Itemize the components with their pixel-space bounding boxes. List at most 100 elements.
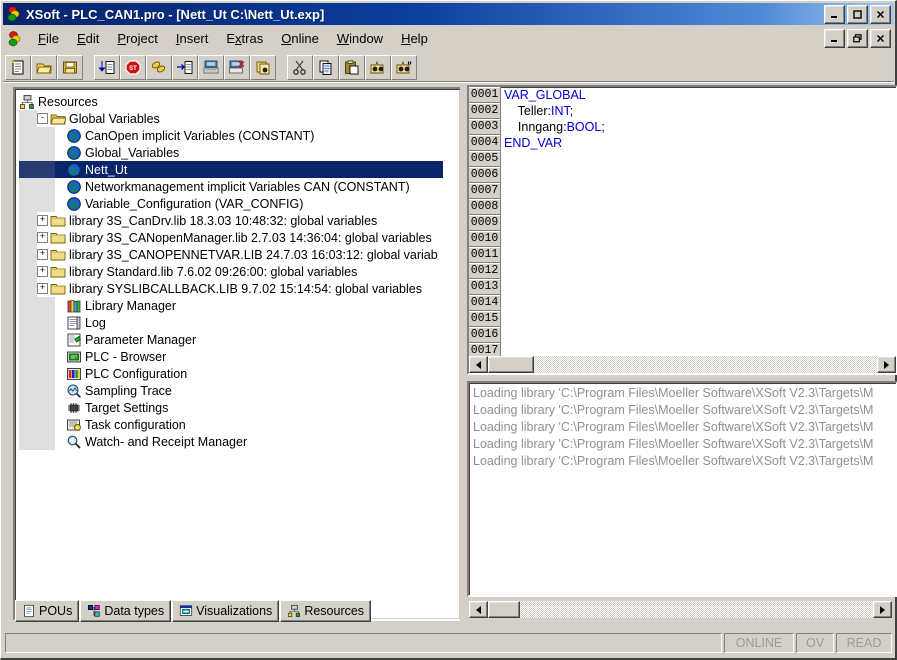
code-text[interactable] xyxy=(501,295,504,311)
code-line[interactable]: 0003 Inngang:BOOL; xyxy=(469,119,896,135)
expand-toggle[interactable]: + xyxy=(37,215,48,226)
code-line[interactable]: 0015 xyxy=(469,311,896,327)
code-line[interactable]: 0004 END_VAR xyxy=(469,135,896,151)
code-text[interactable] xyxy=(501,263,504,279)
tree-item[interactable]: Global_Variables xyxy=(19,144,460,161)
mdi-close-button[interactable] xyxy=(870,29,891,48)
code-text[interactable] xyxy=(501,199,504,215)
tree-item[interactable]: Sampling Trace xyxy=(19,382,460,399)
message-output-panel[interactable]: Loading library 'C:\Program Files\Moelle… xyxy=(467,381,897,597)
editor-horizontal-scrollbar[interactable] xyxy=(469,356,896,373)
code-text[interactable] xyxy=(501,215,504,231)
code-line[interactable]: 0011 xyxy=(469,247,896,263)
tree-item[interactable]: Variable_Configuration (VAR_CONFIG) xyxy=(19,195,460,212)
close-button[interactable] xyxy=(870,5,891,24)
message-horizontal-scrollbar[interactable] xyxy=(469,601,892,618)
msg-scroll-right-button[interactable] xyxy=(873,601,892,618)
msg-scroll-thumb[interactable] xyxy=(488,601,520,618)
code-line[interactable]: 0009 xyxy=(469,215,896,231)
code-text[interactable] xyxy=(501,231,504,247)
tab-visualizations[interactable]: Visualizations xyxy=(172,600,280,622)
find-icon[interactable] xyxy=(365,54,391,80)
tree-item[interactable]: Task configuration xyxy=(19,416,460,433)
code-line[interactable]: 0010 xyxy=(469,231,896,247)
maximize-button[interactable] xyxy=(847,5,868,24)
tree-item[interactable]: + library 3S_CANOPENNETVAR.LIB 24.7.03 16… xyxy=(19,246,460,263)
expand-toggle[interactable]: + xyxy=(37,266,48,277)
tree-item[interactable]: Parameter Manager xyxy=(19,331,460,348)
tab-resources[interactable]: Resources xyxy=(280,600,372,622)
code-text[interactable] xyxy=(501,151,504,167)
vertical-splitter[interactable] xyxy=(460,85,464,621)
tree-item[interactable]: - Global Variables xyxy=(19,110,460,127)
code-line[interactable]: 0016 xyxy=(469,327,896,343)
tree-item[interactable]: Watch- and Receipt Manager xyxy=(19,433,460,450)
msg-scroll-track[interactable] xyxy=(520,601,873,618)
object-tree-panel[interactable]: Resources - Global Variables CanOpen implic… xyxy=(13,87,462,621)
tree-item[interactable]: + library 3S_CANopenManager.lib 2.7.03 14… xyxy=(19,229,460,246)
stop-icon[interactable]: ST xyxy=(120,54,146,80)
code-text[interactable] xyxy=(501,279,504,295)
save-disk-icon[interactable] xyxy=(57,54,83,80)
msg-scroll-left-button[interactable] xyxy=(469,601,488,618)
tree-item[interactable]: Resources xyxy=(19,93,460,110)
cut-icon[interactable] xyxy=(287,54,313,80)
open-folder-icon[interactable] xyxy=(31,54,57,80)
logout-icon[interactable] xyxy=(172,54,198,80)
tree-item[interactable]: Log xyxy=(19,314,460,331)
code-text[interactable]: VAR_GLOBAL xyxy=(501,87,586,103)
code-text[interactable] xyxy=(501,343,504,356)
expand-toggle[interactable]: + xyxy=(37,232,48,243)
code-text[interactable] xyxy=(501,167,504,183)
reset-icon[interactable] xyxy=(224,54,250,80)
debug-icon[interactable] xyxy=(146,54,172,80)
code-line[interactable]: 0017 xyxy=(469,343,896,356)
menu-item-insert[interactable]: Insert xyxy=(167,29,218,48)
tree-item[interactable]: PLC Configuration xyxy=(19,365,460,382)
menu-item-extras[interactable]: Extras xyxy=(217,29,272,48)
scroll-right-button[interactable] xyxy=(877,356,896,373)
menu-item-window[interactable]: Window xyxy=(328,29,392,48)
declaration-editor-panel[interactable]: 0001 VAR_GLOBAL 0002 Teller:INT; 0003 Innga… xyxy=(467,85,897,375)
collapse-toggle[interactable]: - xyxy=(37,113,48,124)
breakpoint-icon[interactable] xyxy=(250,54,276,80)
find-next-icon[interactable] xyxy=(391,54,417,80)
code-text[interactable] xyxy=(501,247,504,263)
minimize-button[interactable] xyxy=(824,5,845,24)
tree-item[interactable]: + library Standard.lib 7.6.02 09:26:00: g… xyxy=(19,263,460,280)
code-line[interactable]: 0002 Teller:INT; xyxy=(469,103,896,119)
menu-item-project[interactable]: Project xyxy=(108,29,166,48)
scroll-track[interactable] xyxy=(534,356,877,373)
menu-item-edit[interactable]: Edit xyxy=(68,29,108,48)
scroll-thumb[interactable] xyxy=(488,356,534,373)
tab-pous[interactable]: POUs xyxy=(15,600,80,622)
expand-toggle[interactable]: + xyxy=(37,283,48,294)
tree-item[interactable]: CanOpen implicit Variables (CONSTANT) xyxy=(19,127,460,144)
code-line[interactable]: 0006 xyxy=(469,167,896,183)
tree-item[interactable]: Target Settings xyxy=(19,399,460,416)
login-icon[interactable] xyxy=(94,54,120,80)
code-text[interactable] xyxy=(501,327,504,343)
tree-item[interactable]: Nett_Ut xyxy=(19,161,443,178)
tree-item[interactable]: PLC - Browser xyxy=(19,348,460,365)
code-line[interactable]: 0007 xyxy=(469,183,896,199)
code-line[interactable]: 0008 xyxy=(469,199,896,215)
expand-toggle[interactable]: + xyxy=(37,249,48,260)
mdi-restore-button[interactable] xyxy=(847,29,868,48)
code-text[interactable] xyxy=(501,183,504,199)
single-cycle-icon[interactable] xyxy=(198,54,224,80)
new-file-icon[interactable] xyxy=(5,54,31,80)
tree-item[interactable]: + library SYSLIBCALLBACK.LIB 9.7.02 15:14… xyxy=(19,280,460,297)
code-text[interactable]: Teller:INT; xyxy=(501,103,574,119)
code-text[interactable]: END_VAR xyxy=(501,135,562,151)
scroll-left-button[interactable] xyxy=(469,356,488,373)
code-text[interactable] xyxy=(501,311,504,327)
paste-icon[interactable] xyxy=(339,54,365,80)
code-line[interactable]: 0005 xyxy=(469,151,896,167)
tree-item[interactable]: + library 3S_CanDrv.lib 18.3.03 10:48:32:… xyxy=(19,212,460,229)
code-line[interactable]: 0014 xyxy=(469,295,896,311)
code-text[interactable]: Inngang:BOOL; xyxy=(501,119,605,135)
copy-icon[interactable] xyxy=(313,54,339,80)
tree-item[interactable]: Library Manager xyxy=(19,297,460,314)
code-line[interactable]: 0013 xyxy=(469,279,896,295)
